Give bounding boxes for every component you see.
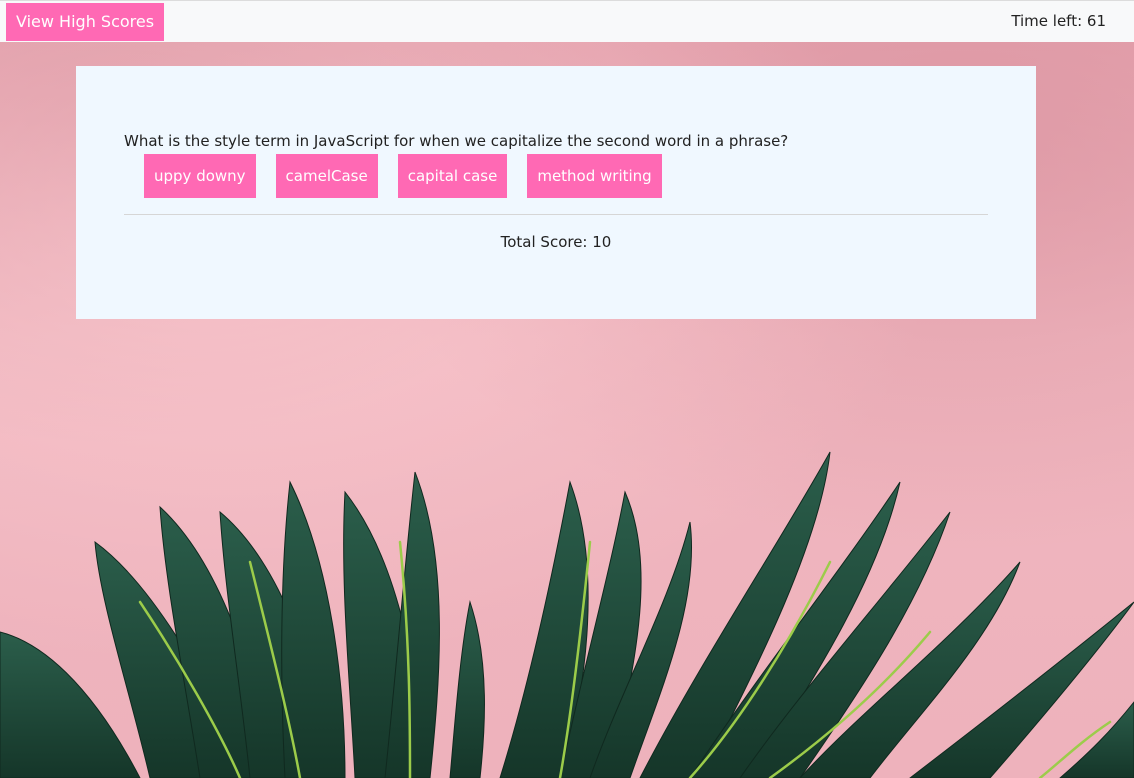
answer-list: uppy downy camelCase capital case method… xyxy=(144,154,662,198)
quiz-card: What is the style term in JavaScript for… xyxy=(76,66,1036,319)
answer-button-uppy-downy[interactable]: uppy downy xyxy=(144,154,256,198)
total-score: Total Score: 10 xyxy=(500,233,612,251)
answer-button-camelcase[interactable]: camelCase xyxy=(275,154,378,198)
divider xyxy=(124,214,988,215)
top-bar: View High Scores Time left: 61 xyxy=(0,0,1134,42)
answer-button-method-writing[interactable]: method writing xyxy=(527,154,662,198)
view-high-scores-button[interactable]: View High Scores xyxy=(6,3,165,41)
question-text: What is the style term in JavaScript for… xyxy=(124,132,789,150)
answer-button-capital-case[interactable]: capital case xyxy=(397,154,508,198)
timer-text: Time left: 61 xyxy=(1011,12,1106,30)
